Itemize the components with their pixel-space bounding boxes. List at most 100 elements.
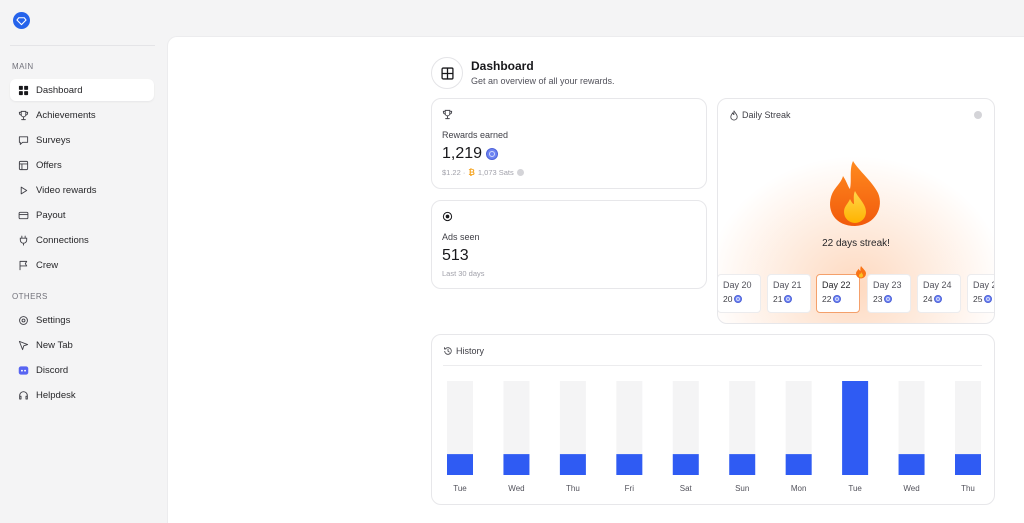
streak-title: Daily Streak [742,110,791,120]
card-icon [18,211,29,219]
x-tick-label: Tue [848,484,862,493]
streak-day-current: Day 22 22 [816,266,866,313]
x-tick-label: Mon [791,484,807,493]
streak-day-label: Day 22 [822,280,851,290]
x-tick-label: Wed [508,484,524,493]
sidebar-item-label: Surveys [36,134,71,146]
history-bar[interactable] [559,454,586,475]
sidebar-item-helpdesk[interactable]: Helpdesk [10,384,154,406]
streak-day-reward: 25 [973,294,994,304]
streak-day-reward: 23 [873,294,910,304]
history-bar[interactable] [503,454,530,475]
cursor-icon [18,340,29,350]
info-icon[interactable] [516,169,524,176]
message-icon [18,135,29,145]
streak-day-value: 20 [723,294,733,304]
sidebar-item-surveys[interactable]: Surveys [10,129,154,151]
sidebar-item-label: Video rewards [36,184,97,196]
flame-icon [730,110,738,121]
streak-day: Day 24 24 [917,274,961,313]
flame-icon [856,266,866,279]
sidebar-item-connections[interactable]: Connections [10,229,154,251]
sidebar-item-settings[interactable]: Settings [10,309,154,331]
sidebar-item-label: Dashboard [36,84,83,96]
sidebar-item-offers[interactable]: Offers [10,154,154,176]
sidebar-item-video-rewards[interactable]: Video rewards [10,179,154,201]
history-card: History Tue Wed Thu Fri Sat Sun Mon Tue Wed Thu [431,334,995,505]
history-chart: Tue Wed Thu Fri Sat Sun Mon Tue Wed Thu [447,381,981,493]
x-tick-label: Fri [625,484,635,493]
sidebar-item-crew[interactable]: Crew [10,254,154,276]
history-bar[interactable] [955,454,981,475]
page-title: Dashboard [471,59,534,73]
history-bar[interactable] [447,454,473,475]
trophy-icon [18,110,29,120]
sidebar-item-new-tab[interactable]: New Tab [10,334,154,356]
coin-icon [784,295,793,303]
ads-period: Last 30 days [442,269,485,278]
sidebar: MAIN Dashboard Achievements Surveys Offe… [0,0,167,523]
sidebar-item-label: Connections [36,234,89,246]
big-flame-icon [830,161,880,226]
rewards-card: Rewards earned 1,219 $1.22 · ₿ 1,073 Sat… [431,98,707,189]
daily-streak-card: Daily Streak 22 days streak! Day 20 20 D… [717,98,995,324]
sidebar-item-label: Offers [36,159,62,171]
history-bar[interactable] [842,381,869,475]
history-bar[interactable] [729,454,756,475]
x-tick-label: Tue [453,484,467,493]
sidebar-item-label: Helpdesk [36,389,76,401]
sidebar-item-label: Crew [36,259,59,271]
main-panel: Dashboard Get an overview of all your re… [167,36,1024,523]
streak-day-value: 21 [773,294,783,304]
history-bar[interactable] [898,454,925,475]
streak-text: 22 days streak! [822,238,890,249]
streak-day: Day 25 25 [967,274,994,313]
rewards-label: Rewards earned [442,130,509,140]
streak-day-reward: 21 [773,294,810,304]
streak-day: Day 23 23 [867,274,911,313]
streak-day-reward: 24 [923,294,960,304]
rewards-value: 1,219 [442,145,483,162]
history-bar[interactable] [672,454,699,475]
coin-icon [734,295,743,303]
streak-day-value: 22 [822,294,832,304]
sidebar-item-label: Achievements [36,109,96,121]
ads-card: Ads seen 513 Last 30 days [431,200,707,289]
rewards-sats: 1,073 Sats [477,168,514,177]
app-logo[interactable] [13,12,30,29]
table-icon [440,66,454,80]
streak-day-value: 23 [873,294,883,304]
streak-day-label: Day 25 [973,280,994,290]
streak-day-label: Day 20 [723,280,752,290]
play-icon [20,186,28,194]
history-bar[interactable] [785,454,812,475]
streak-day-value: 24 [923,294,933,304]
gear-icon [19,315,28,325]
streak-day: Day 21 21 [767,274,811,313]
dashboard-header-icon [431,57,463,89]
trophy-icon [442,109,453,120]
coin-icon [833,295,842,303]
sidebar-item-label: Discord [36,364,69,376]
rewards-value-row: 1,219 [442,145,499,163]
window-icon [18,160,29,170]
headset-icon [19,390,28,399]
sidebar-item-payout[interactable]: Payout [10,204,154,226]
streak-day: Day 20 20 [718,274,761,313]
coin-icon [934,295,943,303]
coin-icon [984,295,993,303]
target-icon [442,211,453,222]
coin-icon [884,295,893,303]
streak-day-value: 25 [973,294,983,304]
sidebar-item-discord[interactable]: Discord [10,359,154,381]
x-tick-label: Sun [735,484,749,493]
history-bar[interactable] [616,454,643,475]
flag-icon [19,260,28,270]
streak-day-reward: 20 [723,294,760,304]
streak-day-label: Day 24 [923,280,952,290]
sidebar-item-achievements[interactable]: Achievements [10,104,154,126]
streak-day-reward: 22 [822,294,859,304]
info-icon[interactable] [974,111,982,119]
section-label-main: MAIN [12,62,34,71]
sidebar-item-dashboard[interactable]: Dashboard [10,79,154,101]
